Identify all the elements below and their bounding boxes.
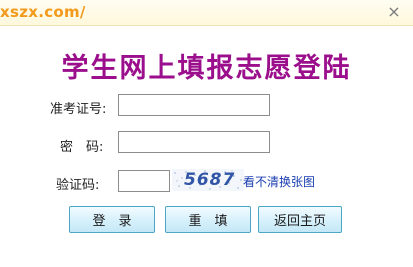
verify-code-label: 验证码: — [56, 178, 100, 193]
refresh-captcha-link[interactable]: 看不清换张图 — [243, 173, 315, 190]
site-url-text: xszx.com/ — [0, 3, 86, 21]
exam-id-input[interactable] — [118, 94, 270, 116]
captcha-image[interactable]: 5687 — [172, 169, 244, 191]
home-button[interactable]: 返回主页 — [258, 206, 342, 233]
verify-code-input[interactable] — [118, 170, 170, 192]
password-label: 密 码: — [60, 140, 104, 155]
close-icon[interactable]: × — [383, 2, 405, 21]
page-title: 学生网上填报志愿登陆 — [61, 53, 352, 84]
reset-button[interactable]: 重 填 — [165, 206, 251, 233]
login-button[interactable]: 登 录 — [69, 206, 155, 233]
password-input[interactable] — [118, 131, 270, 153]
exam-id-label: 准考证号: — [50, 102, 107, 117]
top-bar: xszx.com/ × — [0, 0, 413, 26]
captcha-text: 5687 — [184, 170, 236, 190]
